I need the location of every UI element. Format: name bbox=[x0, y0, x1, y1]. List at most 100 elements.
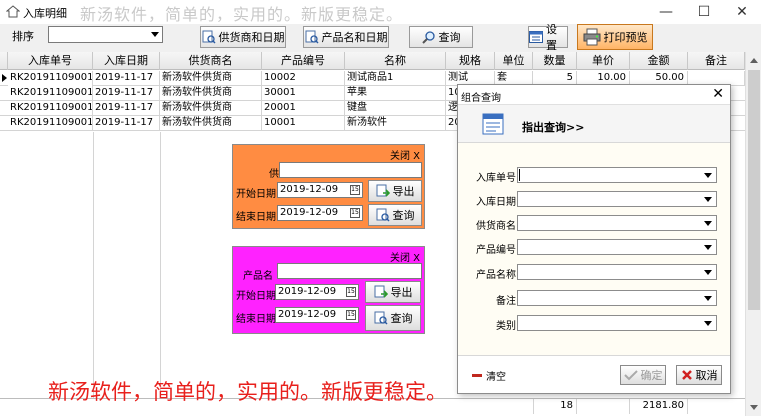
cell-name[interactable]: 键盘 bbox=[345, 101, 446, 116]
panel-close-button[interactable]: 关闭 X bbox=[390, 249, 420, 264]
settings-grid-icon bbox=[529, 31, 543, 43]
cancel-button[interactable]: 取消 bbox=[676, 365, 722, 385]
sort-select[interactable] bbox=[48, 26, 163, 43]
column-header[interactable]: 单位 bbox=[495, 52, 533, 70]
column-header[interactable]: 数量 bbox=[533, 52, 577, 70]
dialog-header: 指出查询>> bbox=[458, 105, 730, 143]
cell-name[interactable]: 新汤软件 bbox=[345, 116, 446, 131]
search-doc-icon bbox=[374, 311, 388, 325]
maximize-button[interactable]: ☐ bbox=[689, 3, 719, 21]
cell-code[interactable]: 20001 bbox=[262, 101, 345, 116]
chevron-down-icon bbox=[704, 197, 712, 202]
clear-button[interactable]: 清空 bbox=[472, 368, 506, 383]
category-select[interactable] bbox=[517, 315, 717, 331]
column-header[interactable]: 单价 bbox=[577, 52, 630, 70]
cell-no[interactable]: RK20191109001 bbox=[8, 71, 93, 86]
scroll-up-icon[interactable] bbox=[750, 58, 758, 63]
date-select[interactable] bbox=[517, 191, 717, 207]
dialog-close-button[interactable]: ✕ bbox=[712, 86, 724, 102]
chevron-down-icon bbox=[704, 321, 712, 326]
column-header[interactable]: 名称 bbox=[345, 52, 446, 70]
product-label: 产品名 bbox=[243, 271, 273, 282]
dialog-title-bar: 组合查询 ✕ bbox=[458, 85, 730, 105]
supplier-select[interactable] bbox=[517, 215, 717, 231]
end-date-input[interactable]: 2019-12-09 15 bbox=[275, 307, 359, 323]
order-no-select[interactable] bbox=[517, 167, 717, 183]
supplier-input[interactable] bbox=[279, 162, 422, 178]
scroll-thumb[interactable] bbox=[748, 70, 760, 310]
grid-line bbox=[93, 132, 94, 398]
chevron-down-icon bbox=[704, 245, 712, 250]
column-header[interactable]: 金额 bbox=[630, 52, 688, 70]
column-header[interactable]: 入库单号 bbox=[8, 52, 93, 70]
cell-name[interactable]: 测试商品1 bbox=[345, 71, 446, 86]
grid-line bbox=[160, 132, 161, 398]
remark-select[interactable] bbox=[517, 290, 717, 306]
panel-close-button[interactable]: 关闭 X bbox=[390, 147, 420, 162]
column-header[interactable]: 供货商名 bbox=[160, 52, 262, 70]
settings-button[interactable]: 设置 bbox=[528, 23, 568, 52]
cell-date[interactable]: 2019-11-17 bbox=[93, 116, 160, 131]
calendar-icon[interactable]: 15 bbox=[350, 208, 360, 218]
cell-date[interactable]: 2019-11-17 bbox=[93, 86, 160, 101]
cell-supplier[interactable]: 新汤软件供货商 bbox=[160, 101, 262, 116]
export-icon bbox=[376, 184, 390, 197]
export-button[interactable]: 导出 bbox=[368, 180, 422, 202]
scroll-down-icon[interactable] bbox=[750, 405, 758, 410]
cell-no[interactable]: RK20191109001 bbox=[8, 116, 93, 131]
query-button[interactable]: 查询 bbox=[409, 26, 473, 48]
end-date-value: 2019-12-09 bbox=[278, 309, 337, 320]
end-date-input[interactable]: 2019-12-09 15 bbox=[277, 205, 363, 221]
export-button[interactable]: 导出 bbox=[365, 281, 421, 303]
slogan-watermark: 新汤软件，简单的，实用的。新版更稳定。 bbox=[80, 5, 404, 24]
cell-supplier[interactable]: 新汤软件供货商 bbox=[160, 71, 262, 86]
chevron-down-icon bbox=[704, 173, 712, 178]
minimize-button[interactable]: — bbox=[651, 3, 681, 21]
calendar-icon[interactable]: 15 bbox=[346, 310, 356, 320]
start-date-input[interactable]: 2019-12-09 15 bbox=[275, 284, 359, 300]
start-date-value: 2019-12-09 bbox=[280, 184, 339, 195]
cell-code[interactable]: 10002 bbox=[262, 71, 345, 86]
cell-code[interactable]: 30001 bbox=[262, 86, 345, 101]
start-date-label: 开始日期 bbox=[236, 189, 276, 200]
product-name-select[interactable] bbox=[517, 264, 717, 280]
export-button-label: 导出 bbox=[390, 286, 413, 299]
supplier-date-button[interactable]: 供货商和日期 bbox=[200, 26, 286, 48]
confirm-button[interactable]: 确定 bbox=[620, 365, 666, 385]
query-button[interactable]: 查询 bbox=[368, 204, 422, 226]
chevron-down-icon bbox=[704, 270, 712, 275]
cell-date[interactable]: 2019-11-17 bbox=[93, 101, 160, 116]
vertical-scrollbar[interactable] bbox=[745, 52, 761, 416]
cell-code[interactable]: 10001 bbox=[262, 116, 345, 131]
export-icon bbox=[374, 285, 388, 298]
cell-supplier[interactable]: 新汤软件供货商 bbox=[160, 86, 262, 101]
chevron-down-icon bbox=[704, 296, 712, 301]
print-preview-button[interactable]: 打印预览 bbox=[577, 24, 653, 50]
column-header[interactable]: 入库日期 bbox=[93, 52, 160, 70]
cell-no[interactable]: RK20191109001 bbox=[8, 101, 93, 116]
calendar-icon[interactable]: 15 bbox=[346, 287, 356, 297]
cell-supplier[interactable]: 新汤软件供货商 bbox=[160, 116, 262, 131]
end-date-value: 2019-12-09 bbox=[280, 207, 339, 218]
search-icon bbox=[421, 31, 435, 44]
confirm-button-label: 确定 bbox=[640, 369, 663, 382]
product-code-select[interactable] bbox=[517, 239, 717, 255]
cell-no[interactable]: RK20191109001 bbox=[8, 86, 93, 101]
start-date-input[interactable]: 2019-12-09 15 bbox=[277, 182, 363, 198]
end-date-label: 结束日期 bbox=[236, 212, 276, 223]
settings-button-label: 设置 bbox=[546, 23, 557, 52]
cell-date[interactable]: 2019-11-17 bbox=[93, 71, 160, 86]
column-header[interactable]: 备注 bbox=[688, 52, 745, 70]
start-date-label: 开始日期 bbox=[236, 291, 276, 302]
column-header[interactable]: 产品编号 bbox=[262, 52, 345, 70]
calendar-icon[interactable]: 15 bbox=[350, 185, 360, 195]
cell-name[interactable]: 苹果 bbox=[345, 86, 446, 101]
chevron-down-icon bbox=[151, 32, 159, 37]
product-input[interactable] bbox=[277, 263, 422, 279]
query-button-label: 查询 bbox=[438, 31, 461, 44]
close-button[interactable]: ✕ bbox=[727, 3, 757, 21]
column-header[interactable]: 规格 bbox=[446, 52, 495, 70]
query-button[interactable]: 查询 bbox=[365, 305, 421, 331]
product-date-button[interactable]: 产品名和日期 bbox=[303, 26, 389, 48]
window-title: 入库明细 bbox=[23, 7, 67, 20]
